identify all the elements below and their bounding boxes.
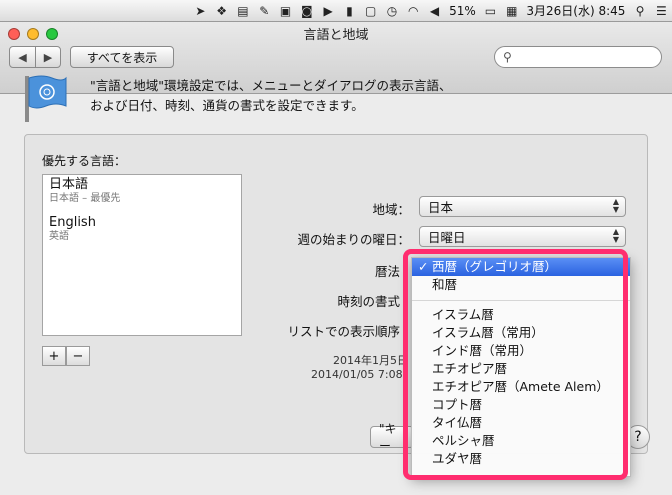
- menu-separator: [412, 300, 630, 301]
- nav-segment: ◀ ▶: [9, 46, 61, 68]
- calendar-option-japanese[interactable]: 和暦: [412, 276, 630, 294]
- calendar-option-hebrew[interactable]: ユダヤ暦: [412, 450, 630, 468]
- language-name: 日本語: [49, 177, 89, 192]
- region-label: 地域：: [372, 202, 410, 217]
- printer-icon[interactable]: ▤: [236, 4, 249, 18]
- time-format-label: 時刻の書式: [337, 294, 400, 309]
- clock[interactable]: 3月26日(水) 8:45: [526, 2, 625, 19]
- description-line-2: および日付、時刻、通貨の書式を設定できます。: [90, 98, 364, 113]
- list-item[interactable]: 日本語 日本語 – 最優先: [43, 175, 241, 207]
- menu-bar: ➤ ❖ ▤ ✎ ▣ ◙ ▶ ▮ ▢ ◷ ◠ ◀ 51% ▭ ▦ 3月26日(水)…: [0, 0, 672, 22]
- calendar-option-gregorian[interactable]: ✓ 西暦（グレゴリオ暦）: [412, 258, 630, 276]
- menu-item-label: 西暦（グレゴリオ暦）: [432, 259, 558, 274]
- keyboard-button-label: "キー: [379, 422, 397, 453]
- calendar-option-islamic-civil[interactable]: イスラム暦（常用）: [412, 324, 630, 342]
- un-flag-icon: [25, 75, 67, 122]
- week-start-popup[interactable]: 日曜日 ▲ ▼: [419, 226, 626, 247]
- bookmark-icon[interactable]: ▮: [343, 4, 356, 18]
- window-icon[interactable]: ▢: [364, 4, 377, 18]
- keyboard-preferences-button[interactable]: "キー: [370, 422, 414, 453]
- time-machine-icon[interactable]: ◷: [385, 4, 398, 18]
- description-line-1: "言語と地域"環境設定では、メニューとダイアログの表示言語、: [90, 78, 452, 93]
- calendar-menu[interactable]: ✓ 西暦（グレゴリオ暦） 和暦 イスラム暦 イスラム暦（常用） インド暦（常用）…: [411, 257, 631, 477]
- notification-icon[interactable]: ☰: [655, 4, 668, 18]
- language-subtitle: 英語: [49, 231, 69, 242]
- clipboard-icon[interactable]: ▣: [279, 4, 292, 18]
- preferred-languages-label: 優先する言語：: [42, 154, 127, 168]
- dropbox-icon[interactable]: ❖: [215, 4, 228, 18]
- show-all-button[interactable]: すべてを表示: [70, 46, 174, 68]
- remove-language-button[interactable]: −: [66, 346, 90, 366]
- calendar-option-coptic[interactable]: コプト暦: [412, 396, 630, 414]
- camera-icon[interactable]: ◙: [300, 4, 313, 18]
- calendar-option-islamic[interactable]: イスラム暦: [412, 306, 630, 324]
- calendar-option-persian[interactable]: ペルシャ暦: [412, 432, 630, 450]
- volume-icon[interactable]: ◀: [428, 4, 441, 18]
- list-order-label: リストでの表示順序: [287, 324, 400, 339]
- date-sample-short: 2014/01/05 7:08: [311, 368, 403, 381]
- language-subtitle: 日本語 – 最優先: [49, 193, 121, 204]
- calendar-label: 暦法: [374, 264, 400, 279]
- forward-button[interactable]: ▶: [34, 47, 60, 67]
- play-icon[interactable]: ▶: [321, 4, 334, 18]
- language-list[interactable]: 日本語 日本語 – 最優先 English 英語: [42, 174, 242, 336]
- spotlight-icon[interactable]: ⚲: [633, 4, 646, 18]
- wifi-icon[interactable]: ◠: [407, 4, 420, 18]
- window-title: 言語と地域: [303, 28, 369, 43]
- edit-icon[interactable]: ✎: [258, 4, 271, 18]
- region-value: 日本: [428, 200, 454, 215]
- calendar-option-indian[interactable]: インド暦（常用）: [412, 342, 630, 360]
- flag-icon[interactable]: ▦: [505, 4, 518, 18]
- description: "言語と地域"環境設定では、メニューとダイアログの表示言語、 および日付、時刻、…: [90, 76, 650, 116]
- battery-icon[interactable]: ▭: [484, 4, 497, 18]
- week-start-label: 週の始まりの曜日：: [297, 232, 410, 247]
- search-field[interactable]: ⚲: [494, 46, 662, 68]
- week-start-value: 日曜日: [428, 230, 466, 245]
- date-sample-long: 2014年1月5日: [333, 354, 408, 367]
- calendar-option-ethiopic-amete-alem[interactable]: エチオピア暦（Amete Alem）: [412, 378, 630, 396]
- language-name: English: [49, 215, 96, 230]
- add-language-button[interactable]: +: [42, 346, 66, 366]
- popup-arrows-icon: ▲ ▼: [612, 227, 619, 244]
- battery-percent[interactable]: 51%: [449, 4, 476, 18]
- calendar-option-buddhist[interactable]: タイ仏暦: [412, 414, 630, 432]
- checkmark-icon: ✓: [418, 259, 429, 274]
- arrow-icon[interactable]: ➤: [194, 4, 207, 18]
- popup-arrows-icon: ▲ ▼: [612, 197, 619, 214]
- search-icon: ⚲: [503, 50, 512, 64]
- region-popup[interactable]: 日本 ▲ ▼: [419, 196, 626, 217]
- back-button[interactable]: ◀: [10, 47, 35, 67]
- calendar-option-ethiopic[interactable]: エチオピア暦: [412, 360, 630, 378]
- list-item[interactable]: English 英語: [43, 213, 241, 245]
